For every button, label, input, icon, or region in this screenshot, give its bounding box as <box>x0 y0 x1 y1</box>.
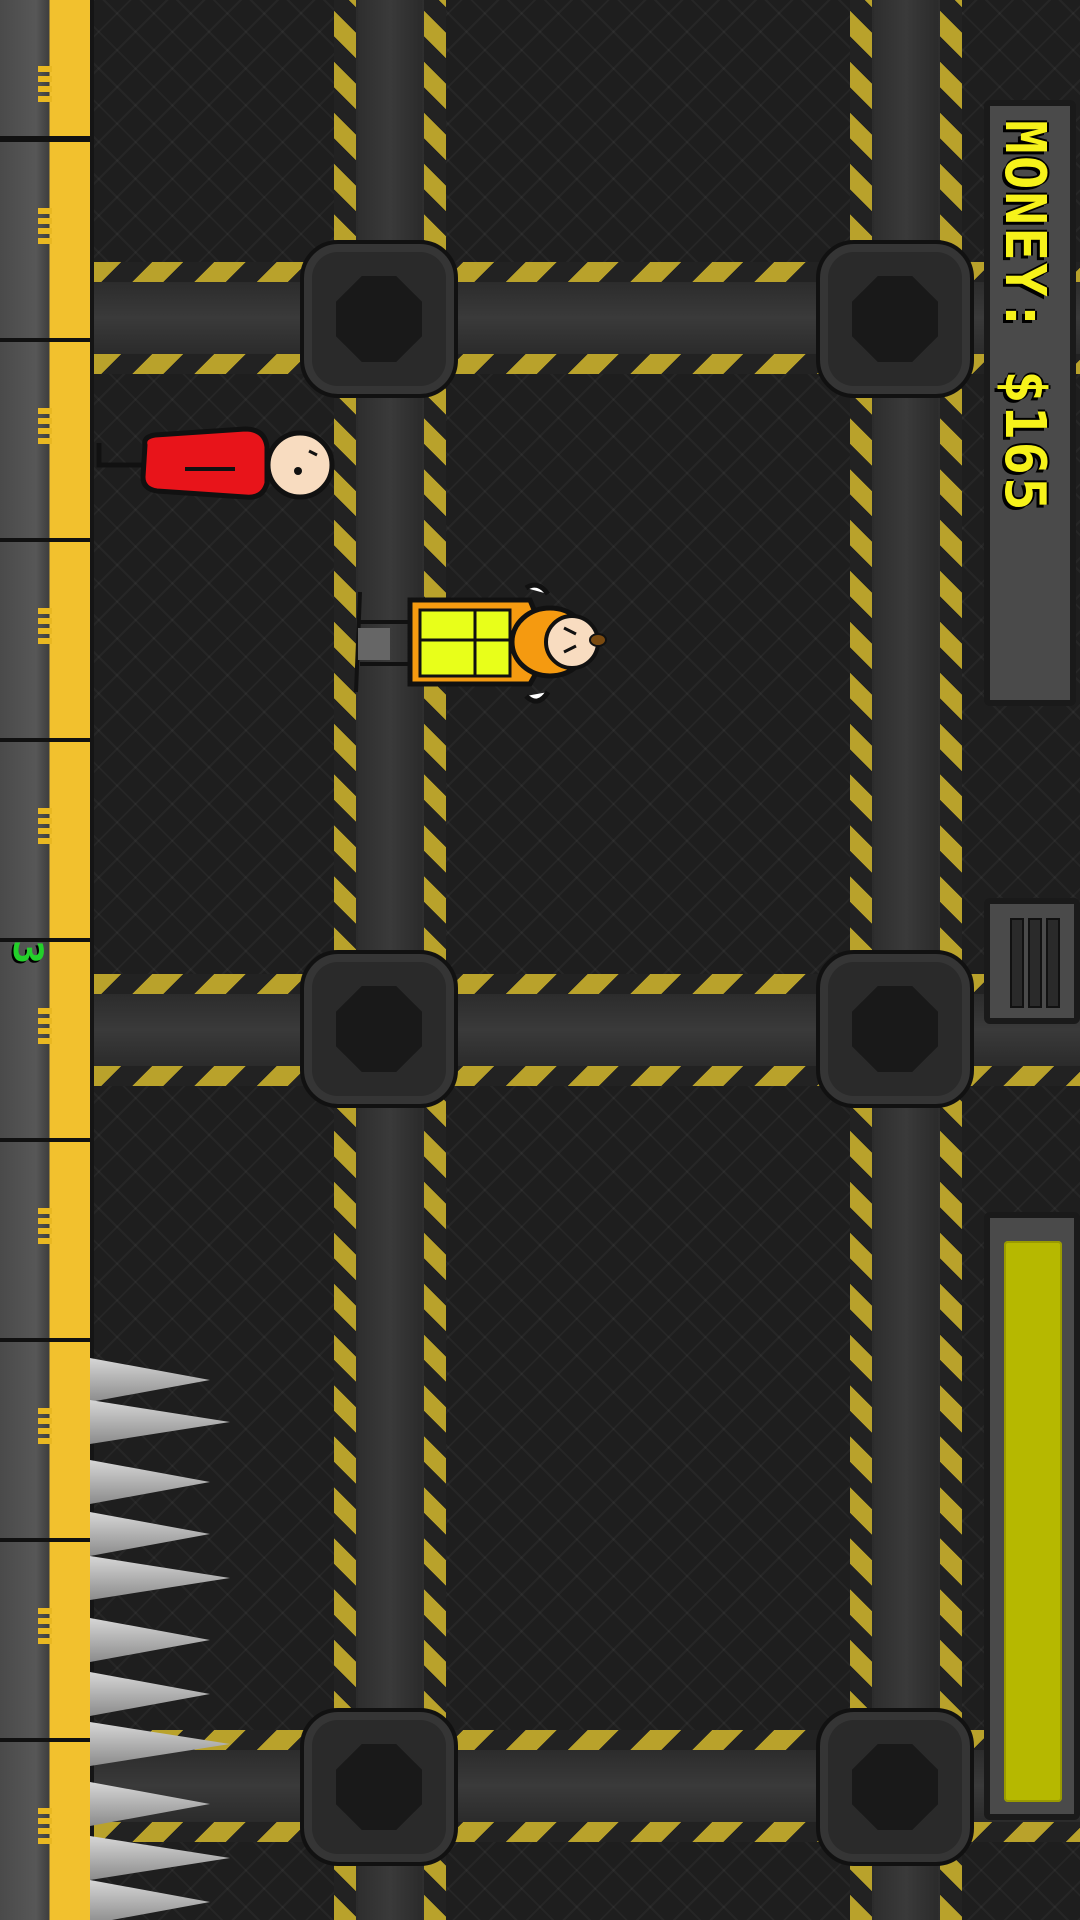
wall-panel <box>0 342 90 544</box>
spike <box>90 1672 210 1716</box>
red-enemy-character <box>96 426 335 500</box>
spike <box>90 1358 210 1402</box>
energy-bar <box>984 1212 1080 1820</box>
wall-panel <box>0 0 90 142</box>
spike <box>90 1512 210 1556</box>
wall-panel <box>0 142 90 344</box>
girder-junction <box>300 1708 458 1866</box>
player-character <box>354 582 607 704</box>
spike <box>90 1400 230 1444</box>
game-stage: MONEY: $165 3 <box>0 0 1080 1920</box>
wall-panel <box>0 1742 90 1920</box>
combo-counter: 3 <box>4 940 50 965</box>
spike <box>90 1460 210 1504</box>
wall-panel <box>0 542 90 744</box>
energy-bar-fill <box>1004 1241 1062 1802</box>
girder-junction <box>816 240 974 398</box>
girder-junction <box>816 950 974 1108</box>
wall-panel <box>0 1542 90 1744</box>
wall-panel <box>0 742 90 944</box>
spike <box>90 1836 230 1880</box>
money-label: MONEY: $165 <box>992 120 1057 513</box>
spike <box>90 1556 230 1600</box>
girder-junction <box>300 950 458 1108</box>
pause-button[interactable] <box>984 898 1080 1024</box>
spike <box>90 1618 210 1662</box>
wall-panel <box>0 1142 90 1344</box>
wall-panel <box>0 1342 90 1544</box>
girder-junction <box>300 240 458 398</box>
spike <box>90 1880 210 1920</box>
wall-panel <box>0 942 90 1144</box>
girder-junction <box>816 1708 974 1866</box>
